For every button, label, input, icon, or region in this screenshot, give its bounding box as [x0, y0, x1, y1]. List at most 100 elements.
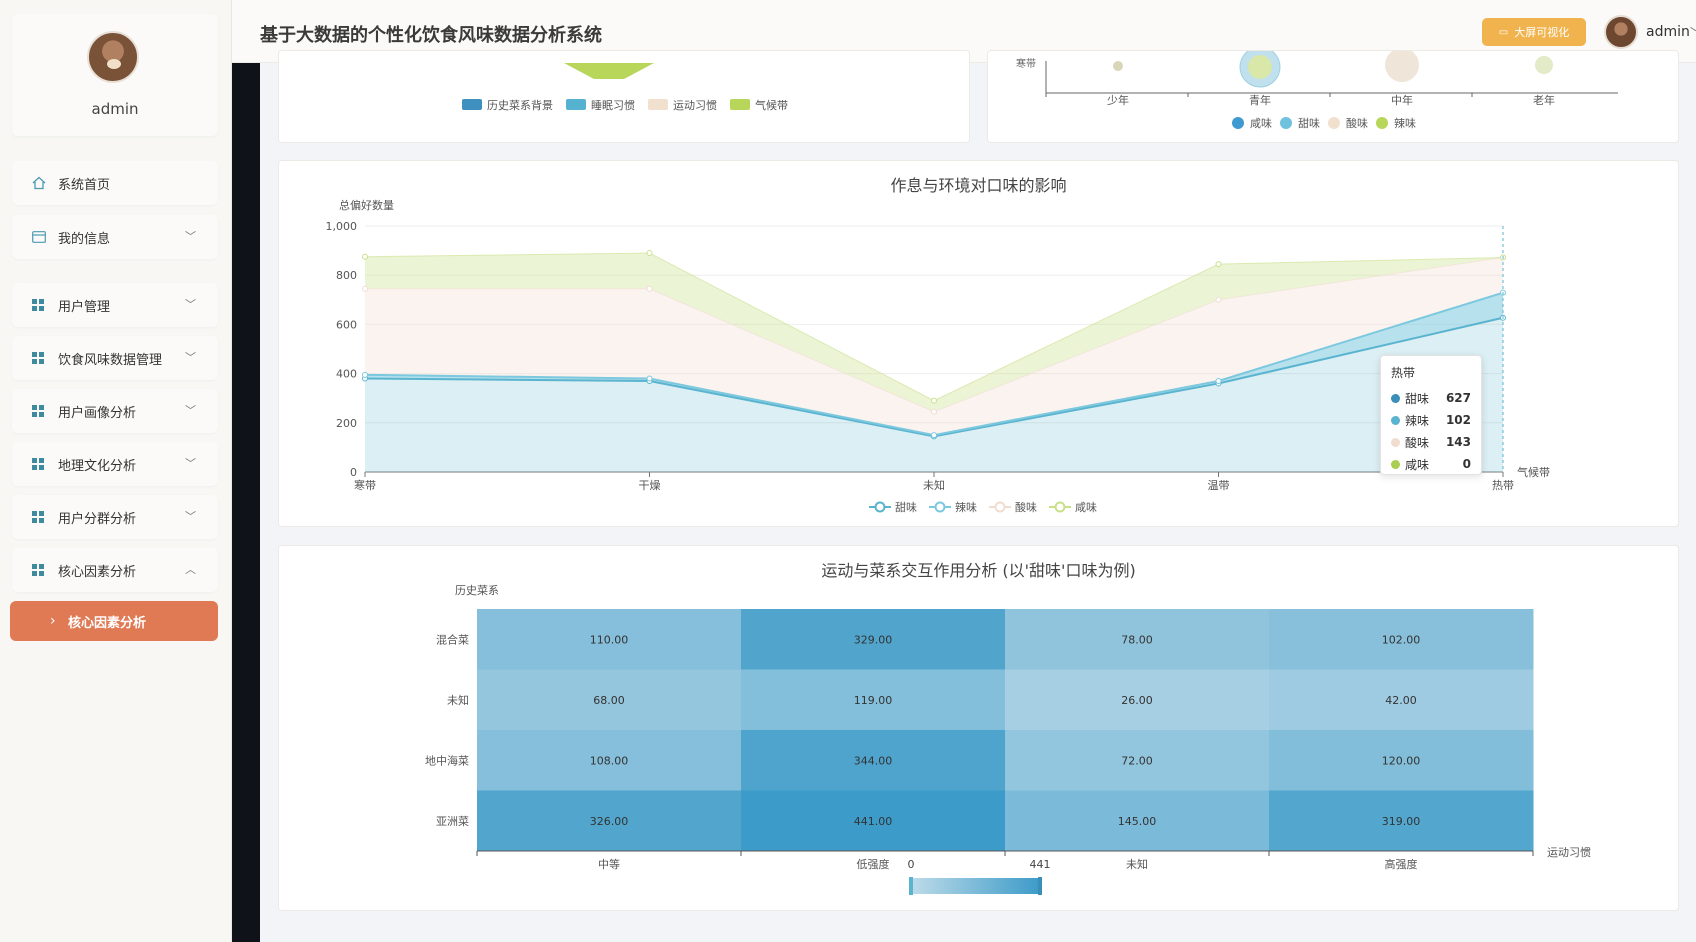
sidebar-item-user-cluster[interactable]: 用户分群分析 ﹀ [12, 495, 218, 539]
x-tick-label: 低强度 [857, 857, 890, 871]
x-tick-label: 未知 [923, 478, 945, 492]
x-tick-label: 老年 [1533, 93, 1555, 107]
avatar[interactable] [87, 31, 139, 83]
data-point [931, 397, 937, 404]
heatmap-cell-label: 119.00 [854, 694, 893, 707]
visual-map-handle [1038, 877, 1042, 895]
tooltip-row: 咸味 0 [1391, 453, 1471, 475]
sidebar-subitem-core-factors[interactable]: › 核心因素分析 [10, 601, 218, 641]
chevron-down-icon: ﹀ [185, 404, 196, 417]
legend-dot [1280, 117, 1292, 129]
sidebar-username: admin [91, 100, 139, 118]
tooltip-row-label: 咸味 [1405, 457, 1430, 472]
heatmap-cell-label: 329.00 [854, 633, 893, 646]
legend-label: 甜味 [895, 501, 917, 514]
bubble-point [1248, 55, 1272, 79]
top-right-chart-panel: 寒带 少年 青年 中年 老年 咸味 甜味 酸味 辣味 [987, 50, 1679, 143]
sidebar-item-core-factors[interactable]: 核心因素分析 ︿ [12, 548, 218, 592]
grid-icon [32, 352, 44, 364]
tooltip-row-value: 627 [1445, 391, 1471, 405]
heatmap-cell-label: 120.00 [1382, 754, 1421, 767]
top-left-chart-panel: 历史菜系背景 睡眠习惯 运动习惯 气候带 [278, 50, 970, 143]
dark-divider-strip [232, 63, 260, 942]
legend-label: 气候带 [755, 98, 788, 112]
tooltip-row-label: 辣味 [1405, 413, 1430, 428]
y-tick-label: 未知 [447, 693, 469, 707]
sidebar-item-geo-culture[interactable]: 地理文化分析 ﹀ [12, 442, 218, 486]
top-right-chart: 寒带 少年 青年 中年 老年 咸味 甜味 酸味 辣味 [1016, 51, 1618, 130]
x-tick-label: 热带 [1492, 479, 1514, 492]
legend-dot [1328, 117, 1340, 129]
heatmap-cell-label: 145.00 [1118, 815, 1157, 828]
chevron-down-icon: ﹀ [185, 510, 196, 523]
chevron-down-icon: ﹀ [185, 351, 196, 364]
chevron-down-icon: ﹀ [185, 457, 196, 470]
bubble-point [1113, 61, 1123, 71]
sidebar-item-user-portrait[interactable]: 用户画像分析 ﹀ [12, 389, 218, 433]
header-avatar[interactable] [1604, 15, 1638, 49]
data-point [931, 408, 937, 415]
legend-marker [874, 501, 886, 513]
card-icon [28, 229, 50, 245]
chart-tooltip: 热带 甜味 627 辣味 102 酸味 143 咸味 0 [1380, 355, 1482, 475]
legend-marker [994, 501, 1006, 513]
data-point [931, 432, 937, 439]
big-screen-button-label: 大屏可视化 [1514, 26, 1570, 39]
legend-dot [1391, 459, 1400, 469]
legend-swatch [462, 99, 482, 110]
sidebar-item-home[interactable]: 系统首页 [12, 161, 218, 205]
heatmap-cell-label: 78.00 [1121, 633, 1153, 646]
heatmap-cell-label: 72.00 [1121, 754, 1153, 767]
sidebar-item-my-info[interactable]: 我的信息 ﹀ [12, 215, 218, 259]
x-tick-label: 未知 [1126, 857, 1148, 871]
chevron-down-icon[interactable]: ﹀ [1690, 24, 1696, 40]
bubble-point [1385, 51, 1419, 82]
legend-label: 酸味 [1015, 500, 1037, 514]
y-tick-label: 800 [336, 269, 357, 282]
heatmap-chart[interactable]: 历史菜系 110.00 329.00 78.00 102.00 混合菜 68.00 119.0… [279, 546, 1679, 911]
x-tick-label: 高强度 [1385, 857, 1418, 871]
big-screen-button[interactable]: ▭ 大屏可视化 [1482, 18, 1586, 46]
visual-map-handle [909, 877, 913, 895]
tooltip-row: 甜味 627 [1391, 387, 1471, 409]
x-tick-label: 干燥 [639, 479, 661, 492]
funnel-bottom-shape [564, 63, 654, 79]
x-tick-label: 中等 [598, 857, 620, 871]
x-tick-label: 中年 [1391, 93, 1413, 107]
data-point [646, 250, 653, 257]
legend-swatch [730, 99, 750, 110]
sidebar-item-label: 核心因素分析 [58, 564, 137, 580]
sidebar-item-label: 用户管理 [58, 299, 111, 315]
heatmap-cell-label: 344.00 [854, 754, 893, 767]
sidebar-item-user-management[interactable]: 用户管理 ﹀ [12, 283, 218, 327]
data-point [1215, 377, 1222, 384]
sidebar-subitem-label: 核心因素分析 [68, 615, 147, 631]
heatmap-cell-label: 108.00 [590, 754, 629, 767]
chevron-down-icon: ﹀ [185, 230, 196, 243]
tooltip-row-value: 143 [1445, 435, 1471, 449]
visual-map-max-label: 441 [1030, 858, 1051, 871]
chevron-right-icon: › [50, 613, 56, 629]
heatmap-cell-label: 319.00 [1382, 815, 1421, 828]
x-tick-label: 温带 [1208, 479, 1230, 492]
x-tick-label: 少年 [1107, 93, 1129, 107]
x-axis-label: 气候带 [1517, 465, 1550, 479]
heatmap-panel: 运动与菜系交互作用分析 (以'甜味'口味为例) 历史菜系 110.00 329.00… [278, 545, 1679, 911]
sidebar: admin 系统首页 我的信息 ﹀ 用户管理 ﹀ 饮食风味数据管理 ﹀ 用户画像… [0, 0, 232, 942]
sidebar-item-label: 系统首页 [58, 177, 111, 193]
home-icon [28, 175, 50, 191]
x-axis-label: 运动习惯 [1547, 845, 1591, 859]
user-profile-card: admin [12, 14, 218, 136]
legend-dot [1376, 117, 1388, 129]
top-left-chart: 历史菜系背景 睡眠习惯 运动习惯 气候带 [462, 63, 788, 112]
heatmap-cell-label: 42.00 [1385, 694, 1417, 707]
data-point [362, 285, 368, 292]
legend-label: 甜味 [1298, 117, 1320, 130]
tooltip-row: 辣味 102 [1391, 409, 1471, 431]
sidebar-item-flavor-data[interactable]: 饮食风味数据管理 ﹀ [12, 336, 218, 380]
header-username[interactable]: admin [1646, 24, 1690, 40]
grid-icon [32, 458, 44, 470]
legend-label: 辣味 [955, 500, 977, 514]
visual-map-min-label: 0 [908, 858, 915, 871]
data-point [646, 375, 653, 382]
